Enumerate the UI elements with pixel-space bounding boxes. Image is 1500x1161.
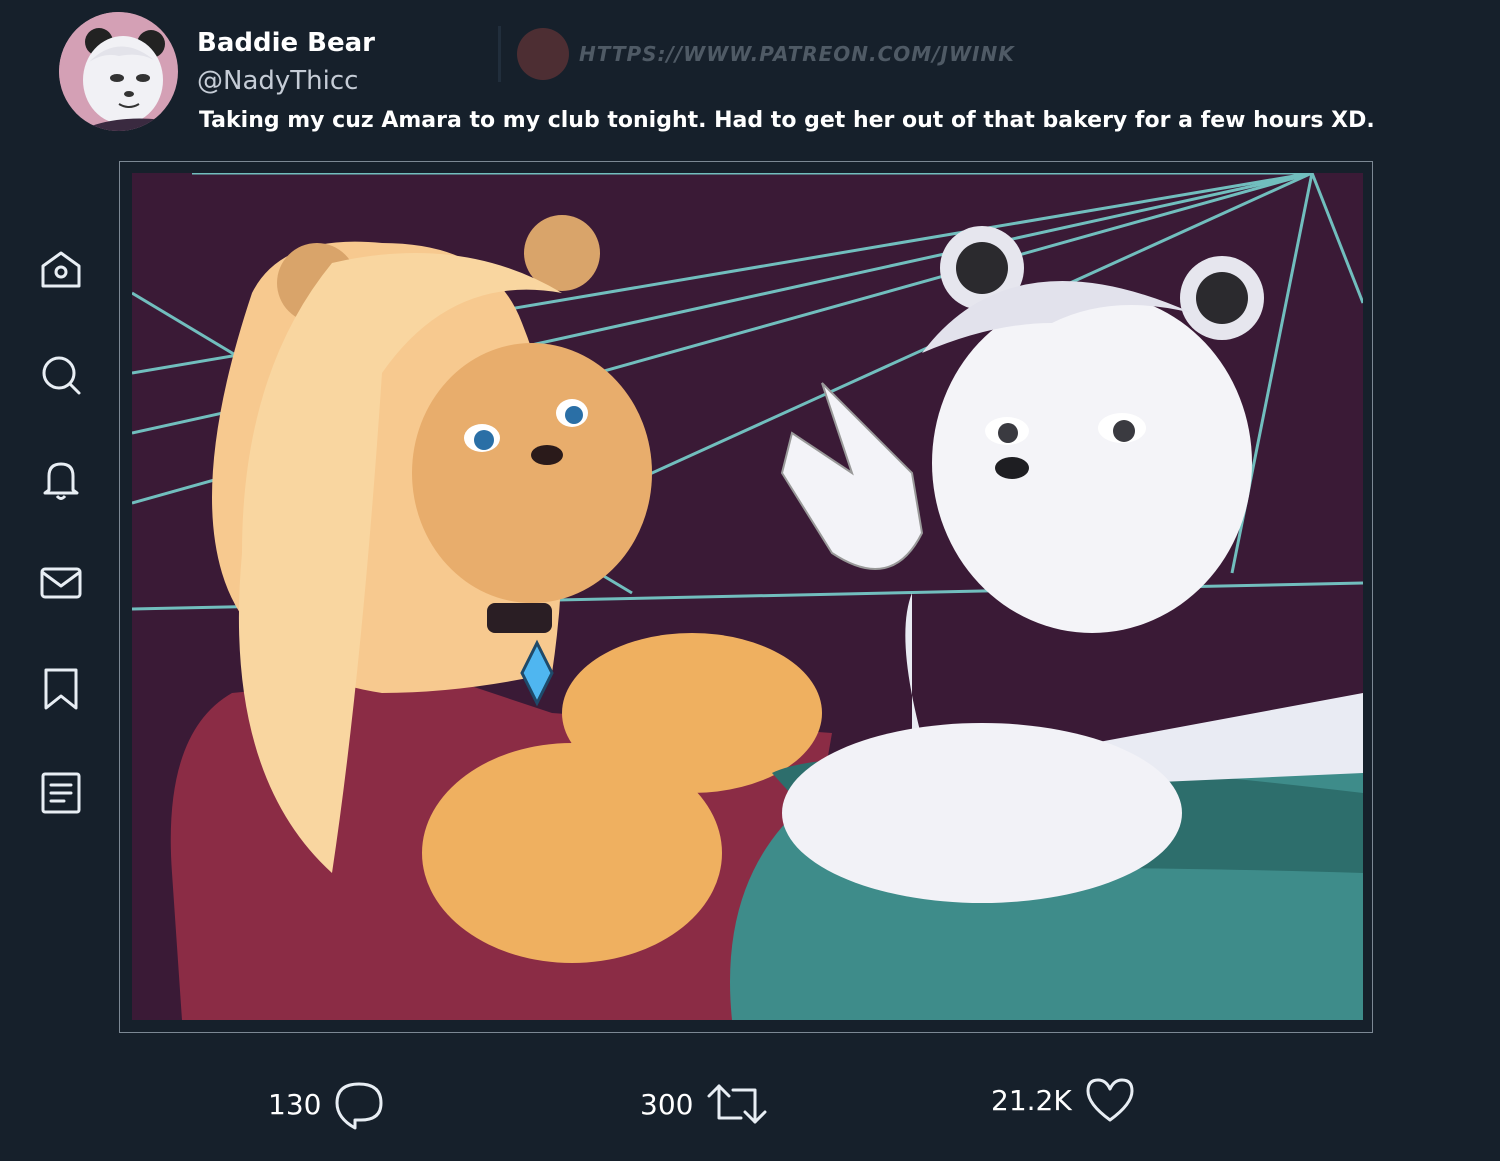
post-illustration <box>132 173 1363 1020</box>
like-button[interactable]: 21.2K <box>991 1074 1136 1126</box>
heart-icon <box>1086 1078 1134 1122</box>
search-icon[interactable] <box>38 352 84 398</box>
retweet-count: 300 <box>640 1087 694 1121</box>
patreon-logo-icon <box>517 28 569 80</box>
display-name[interactable]: Baddie Bear <box>197 28 375 58</box>
list-icon[interactable] <box>38 770 84 816</box>
watermark-text: HTTPS://WWW.PATREON.COM/JWINK <box>579 42 1015 66</box>
retweet-icon <box>707 1084 767 1124</box>
bell-icon[interactable] <box>38 456 84 502</box>
watermark: HTTPS://WWW.PATREON.COM/JWINK <box>498 26 1015 82</box>
avatar[interactable] <box>59 12 178 131</box>
home-icon[interactable] <box>38 248 84 294</box>
post-image[interactable] <box>132 173 1363 1020</box>
user-handle[interactable]: @NadyThicc <box>197 66 358 96</box>
reply-button[interactable]: 130 <box>268 1078 385 1130</box>
watermark-divider <box>498 26 501 82</box>
retweet-button[interactable]: 300 <box>640 1078 769 1130</box>
avatar-image <box>59 12 178 131</box>
tweet-text: Taking my cuz Amara to my club tonight. … <box>199 108 1375 133</box>
reply-icon <box>335 1082 383 1130</box>
bookmark-icon[interactable] <box>38 666 84 712</box>
tweet-actions: 130 300 21.2K <box>0 1078 1500 1140</box>
mail-icon[interactable] <box>38 560 84 606</box>
reply-count: 130 <box>268 1087 322 1121</box>
like-count: 21.2K <box>991 1083 1072 1117</box>
